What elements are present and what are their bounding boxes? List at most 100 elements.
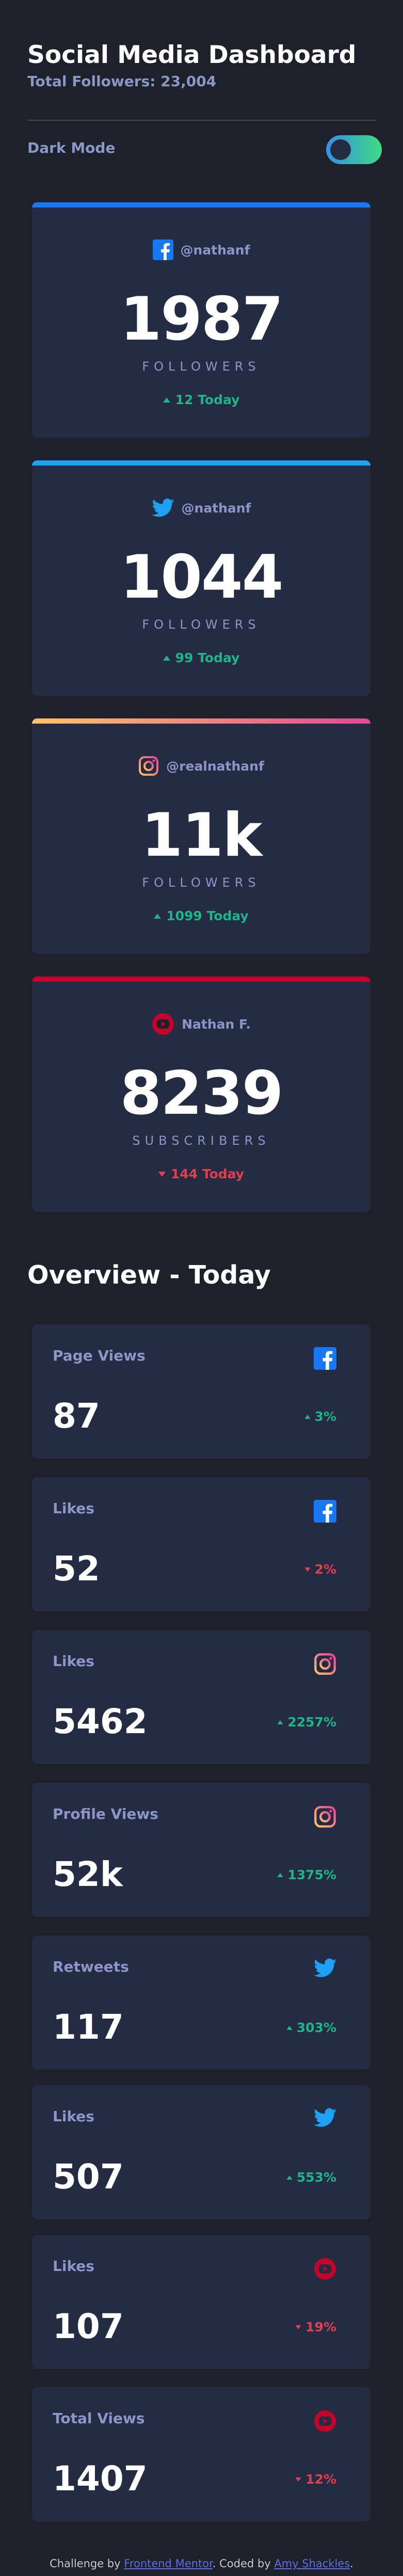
arrow-down-icon: [158, 1171, 166, 1177]
follower-count: 1987: [120, 284, 284, 354]
follower-card-instagram[interactable]: @realnathanf 11k FOLLOWERS 1099 Today: [32, 718, 370, 954]
daily-change: 12 Today: [32, 392, 370, 407]
change-percent: 3%: [314, 1409, 336, 1424]
change-percent: 2%: [314, 1562, 336, 1577]
overview-card-value: 1407: [53, 2459, 148, 2499]
youtube-icon: [314, 2258, 336, 2280]
overview-card-change: 2%: [304, 1562, 336, 1577]
divider: [27, 120, 376, 121]
card-header: Nathan F.: [32, 1012, 370, 1036]
overview-card-instagram-profile-views[interactable]: Profile Views 52k 1375%: [32, 1783, 370, 1917]
overview-card-value: 87: [53, 1396, 100, 1436]
arrow-up-icon: [163, 655, 170, 661]
footer-middle: . Coded by: [212, 2557, 275, 2570]
overview-card-value: 5462: [53, 1702, 148, 1741]
overview-card-facebook-page-views[interactable]: Page Views 87 3%: [32, 1324, 370, 1459]
daily-change-value: 1099 Today: [166, 908, 249, 923]
arrow-up-icon: [286, 2025, 293, 2030]
change-percent: 2257%: [287, 1715, 336, 1730]
follower-count: 1044: [120, 542, 284, 612]
instagram-icon: [314, 1805, 336, 1828]
overview-card-change: 12%: [295, 2472, 336, 2487]
arrow-up-icon: [286, 2175, 293, 2180]
daily-change-value: 12 Today: [175, 392, 240, 407]
daily-change: 99 Today: [32, 650, 370, 665]
youtube-icon: [152, 1013, 174, 1035]
card-accent-bar: [32, 202, 370, 207]
overview-card-value: 107: [53, 2307, 124, 2346]
footer-suffix: .: [350, 2557, 353, 2570]
arrow-down-icon: [304, 1567, 311, 1572]
overview-card-label: Total Views: [53, 2410, 145, 2427]
card-handle: @nathanf: [181, 500, 251, 516]
card-accent-bar: [32, 718, 370, 724]
facebook-icon: [152, 239, 173, 260]
author-link[interactable]: Amy Shackles: [274, 2557, 350, 2570]
overview-card-youtube-total-views[interactable]: Total Views 1407 12%: [32, 2387, 370, 2521]
overview-card-change: 553%: [286, 2170, 336, 2185]
toggle-knob[interactable]: [330, 139, 351, 160]
card-handle: @nathanf: [180, 242, 250, 258]
dark-mode-toggle[interactable]: [326, 135, 382, 164]
dashboard-page: Social Media Dashboard Total Followers: …: [0, 0, 403, 2576]
daily-change-value: 99 Today: [175, 650, 240, 665]
card-handle: Nathan F.: [182, 1016, 251, 1032]
header: Social Media Dashboard Total Followers: …: [27, 37, 378, 92]
follower-count: 8239: [120, 1059, 284, 1128]
arrow-up-icon: [277, 1720, 283, 1724]
follower-card-facebook[interactable]: @nathanf 1987 FOLLOWERS 12 Today: [32, 202, 370, 438]
frontend-mentor-link[interactable]: Frontend Mentor: [124, 2557, 213, 2570]
arrow-down-icon: [295, 2477, 301, 2482]
page-title: Social Media Dashboard: [27, 41, 357, 69]
youtube-icon: [314, 2410, 336, 2433]
card-handle: @realnathanf: [166, 758, 264, 774]
arrow-up-icon: [163, 397, 170, 403]
daily-change: 1099 Today: [32, 908, 370, 923]
card-header: @nathanf: [32, 495, 370, 520]
overview-card-instagram-likes[interactable]: Likes 5462 2257%: [32, 1630, 370, 1764]
overview-card-label: Likes: [53, 2258, 94, 2275]
daily-change: 144 Today: [32, 1166, 370, 1181]
overview-card-twitter-likes[interactable]: Likes 507 553%: [32, 2085, 370, 2219]
instagram-icon: [138, 756, 159, 776]
overview-card-change: 19%: [295, 2319, 336, 2334]
dark-mode-row: Dark Mode: [27, 135, 382, 164]
follower-label: FOLLOWERS: [142, 359, 261, 374]
change-percent: 303%: [296, 2020, 336, 2035]
overview-card-value: 117: [53, 2007, 124, 2047]
twitter-icon: [314, 1958, 336, 1981]
follower-card-youtube[interactable]: Nathan F. 8239 SUBSCRIBERS 144 Today: [32, 977, 370, 1212]
card-accent-bar: [32, 977, 370, 982]
overview-card-label: Likes: [53, 2108, 94, 2125]
overview-card-value: 507: [53, 2157, 124, 2197]
overview-card-label: Page Views: [53, 1347, 146, 1364]
change-percent: 1375%: [287, 1867, 336, 1882]
card-header: @nathanf: [32, 237, 370, 262]
follower-label: SUBSCRIBERS: [132, 1133, 270, 1148]
facebook-icon: [314, 1347, 336, 1370]
arrow-up-icon: [154, 913, 162, 919]
daily-change-value: 144 Today: [170, 1166, 245, 1181]
overview-card-youtube-likes[interactable]: Likes 107 19%: [32, 2235, 370, 2369]
change-percent: 12%: [305, 2472, 336, 2487]
overview-card-value: 52: [53, 1549, 100, 1589]
change-percent: 19%: [305, 2319, 336, 2334]
overview-card-twitter-retweets[interactable]: Retweets 117 303%: [32, 1935, 370, 2070]
overview-title: Overview - Today: [27, 1260, 271, 1290]
arrow-down-icon: [295, 2325, 301, 2329]
overview-card-change: 3%: [304, 1409, 336, 1424]
overview-card-facebook-likes[interactable]: Likes 52 2%: [32, 1477, 370, 1611]
follower-card-twitter[interactable]: @nathanf 1044 FOLLOWERS 99 Today: [32, 460, 370, 696]
overview-card-label: Likes: [53, 1500, 94, 1517]
follower-count: 11k: [141, 801, 263, 870]
facebook-icon: [314, 1500, 336, 1523]
twitter-icon: [314, 2108, 336, 2131]
overview-card-label: Profile Views: [53, 1805, 158, 1822]
card-header: @realnathanf: [32, 754, 370, 778]
total-followers: Total Followers: 23,004: [27, 73, 217, 90]
attribution-footer: Challenge by Frontend Mentor. Coded by A…: [0, 2557, 403, 2570]
overview-card-label: Likes: [53, 1653, 94, 1670]
instagram-icon: [314, 1653, 336, 1675]
dark-mode-label: Dark Mode: [27, 139, 116, 156]
twitter-icon: [151, 499, 174, 517]
